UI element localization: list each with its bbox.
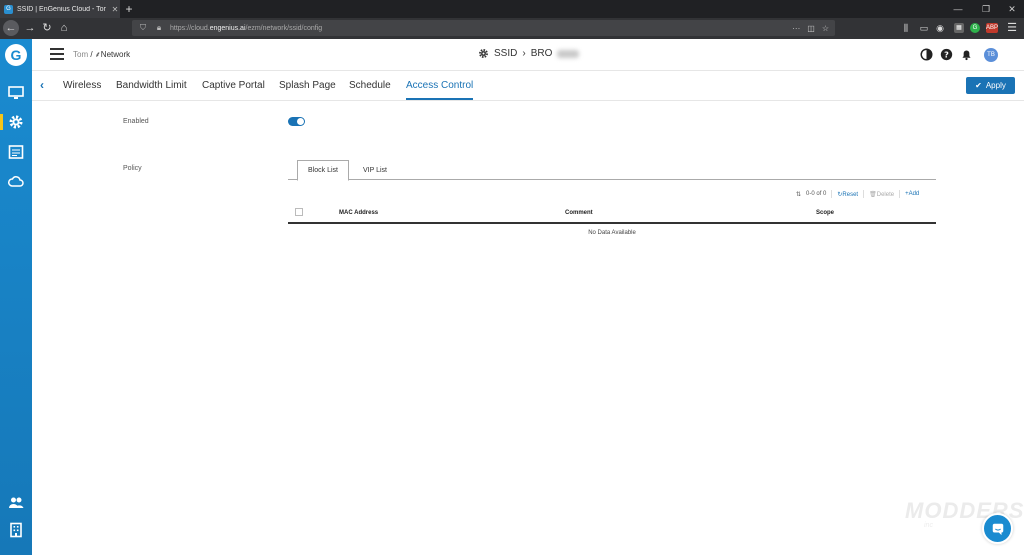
browser-tab-title: SSID | EnGenius Cloud - Tom <box>17 5 106 13</box>
restore-icon[interactable]: ❐ <box>972 0 1000 18</box>
contrast-icon[interactable] <box>920 48 933 61</box>
tab-block-list[interactable]: Block List <box>297 160 349 181</box>
forward-arrow-icon[interactable]: → <box>22 20 38 36</box>
pocket-icon[interactable]: ◫ <box>807 24 815 33</box>
browser-tab-bar: G SSID | EnGenius Cloud - Tom ✕ + — ❐ ✕ <box>0 0 1024 18</box>
policy-label: Policy <box>123 165 142 172</box>
policy-tabs: Block List VIP List <box>288 160 936 181</box>
minimize-icon[interactable]: — <box>944 0 972 18</box>
page-title-text: SSID <box>494 48 518 59</box>
tab-splash-page[interactable]: Splash Page <box>279 80 336 91</box>
sync-icon[interactable]: ◉ <box>932 20 948 36</box>
engenius-favicon-icon: G <box>4 4 13 14</box>
watermark-subtitle: inc <box>924 522 933 529</box>
browser-tab[interactable]: G SSID | EnGenius Cloud - Tom ✕ <box>0 0 120 18</box>
new-tab-icon[interactable]: + <box>123 1 135 17</box>
delete-button[interactable]: 🗑︎Delete <box>869 191 894 198</box>
adblock-extension-icon[interactable]: ABP <box>986 23 998 33</box>
team-icon[interactable] <box>6 493 26 513</box>
user-avatar[interactable]: TB <box>984 48 998 62</box>
enabled-toggle[interactable] <box>288 117 305 126</box>
tab-schedule[interactable]: Schedule <box>349 80 391 91</box>
ssid-name[interactable]: BRO <box>531 48 553 59</box>
browser-nav-bar: ← → ↻ ⌂ ⛉ 🔒︎ https://cloud.engenius.ai/e… <box>0 18 1024 39</box>
app-header: Tom / ⸙Network SSID › BRO ? TB <box>32 39 1024 71</box>
column-comment[interactable]: Comment <box>565 210 593 216</box>
sidebar-toggle-icon[interactable]: ▭ <box>916 20 932 36</box>
ssid-gear-icon <box>479 49 488 58</box>
tab-access-control[interactable]: Access Control <box>406 80 474 100</box>
lock-icon[interactable]: 🔒︎ <box>154 23 164 33</box>
help-icon[interactable]: ? <box>940 48 953 61</box>
reset-button[interactable]: ↻Reset <box>837 191 858 198</box>
add-button[interactable]: +Add <box>905 191 919 197</box>
reload-icon[interactable]: ↻ <box>39 20 55 36</box>
hamburger-menu-icon[interactable] <box>50 48 64 60</box>
page-actions-icon[interactable]: ··· <box>792 24 800 33</box>
trash-icon: 🗑︎ <box>869 191 877 198</box>
breadcrumb: Tom / ⸙Network <box>73 50 131 59</box>
tab-captive-portal[interactable]: Captive Portal <box>202 80 265 91</box>
back-chevron-icon[interactable]: ‹ <box>40 78 44 92</box>
breadcrumb-org[interactable]: Tom <box>73 50 88 59</box>
app-sidebar: G <box>0 39 32 555</box>
svg-text:?: ? <box>944 49 949 59</box>
table-toolbar: ⇅ 0-0 of 0 ↻Reset 🗑︎Delete +Add <box>796 189 919 199</box>
url-bar[interactable]: ⛉ 🔒︎ https://cloud.engenius.ai/ezm/netwo… <box>132 20 835 36</box>
chat-icon <box>992 523 1003 535</box>
back-arrow-icon[interactable]: ← <box>3 20 19 36</box>
table-header: MAC Address Comment Scope <box>288 205 936 224</box>
tab-wireless[interactable]: Wireless <box>63 80 101 91</box>
monitor-icon[interactable] <box>6 83 26 103</box>
column-mac-address[interactable]: MAC Address <box>339 210 378 216</box>
cloud-icon[interactable] <box>6 172 26 192</box>
building-icon[interactable] <box>6 520 26 540</box>
engenius-logo[interactable]: G <box>5 44 27 66</box>
breadcrumb-network[interactable]: Network <box>101 50 130 59</box>
settings-gear-icon[interactable] <box>0 112 26 132</box>
page-title: SSID › BRO <box>478 48 580 59</box>
library-icon[interactable]: ⫼ <box>898 20 914 36</box>
enabled-label: Enabled <box>123 118 149 125</box>
tab-close-icon[interactable]: ✕ <box>110 5 120 14</box>
window-close-icon[interactable]: ✕ <box>998 0 1024 18</box>
empty-table-message: No Data Available <box>588 230 636 236</box>
extension-icon[interactable]: ▦ <box>954 23 964 33</box>
sort-icon[interactable]: ⇅ <box>796 191 801 198</box>
pager-text: 0-0 of 0 <box>806 191 827 197</box>
home-icon[interactable]: ⌂ <box>56 20 72 36</box>
apply-button[interactable]: ✔ Apply <box>966 77 1015 94</box>
url-text: https://cloud.engenius.ai/ezm/network/ss… <box>170 24 323 32</box>
browser-menu-icon[interactable]: ☰ <box>1004 20 1020 36</box>
notification-bell-icon[interactable] <box>960 48 973 61</box>
ssid-name-redacted <box>557 49 580 58</box>
checkmark-icon: ✔ <box>975 81 982 90</box>
shield-icon[interactable]: ⛉ <box>138 23 148 33</box>
grammarly-extension-icon[interactable]: G <box>970 23 980 33</box>
bookmark-star-icon[interactable]: ☆ <box>822 24 829 33</box>
support-chat-button[interactable] <box>982 513 1013 544</box>
tab-bandwidth-limit[interactable]: Bandwidth Limit <box>116 80 187 91</box>
reports-icon[interactable] <box>6 142 26 162</box>
select-all-checkbox[interactable] <box>295 208 303 216</box>
tab-vip-list[interactable]: VIP List <box>352 160 398 180</box>
column-scope[interactable]: Scope <box>816 210 834 216</box>
config-tabs: ‹ Wireless Bandwidth Limit Captive Porta… <box>32 71 1024 101</box>
